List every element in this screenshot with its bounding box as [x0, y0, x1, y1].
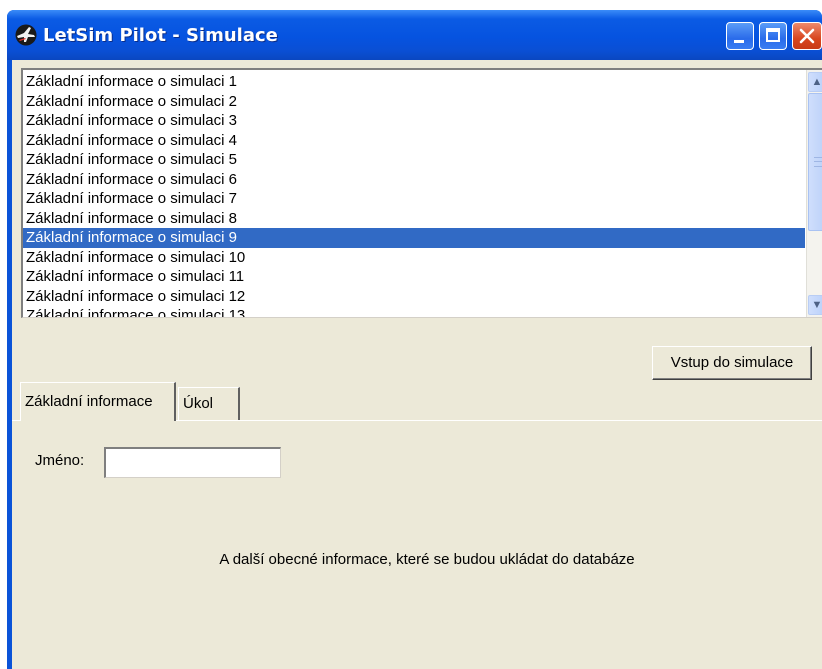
title-bar[interactable]: LetSim Pilot - Simulace — [7, 10, 822, 60]
plane-icon — [15, 24, 37, 46]
list-item[interactable]: Základní informace o simulaci 12 — [23, 287, 805, 307]
list-item[interactable]: Základní informace o simulaci 3 — [23, 111, 805, 131]
list-item[interactable]: Základní informace o simulaci 4 — [23, 131, 805, 151]
close-icon — [799, 28, 815, 44]
window-title: LetSim Pilot - Simulace — [43, 25, 278, 46]
close-button[interactable] — [792, 22, 822, 50]
tab-strip: Základní informace Úkol — [12, 382, 822, 422]
list-scrollbar[interactable]: ▲ ▼ — [806, 70, 822, 317]
app-window: LetSim Pilot - Simulace Základní informa… — [7, 10, 822, 669]
simulation-list-items: Základní informace o simulaci 1 Základní… — [23, 72, 805, 317]
chevron-up-icon: ▲ — [811, 76, 822, 88]
minimize-button[interactable] — [726, 22, 754, 50]
scroll-up-button[interactable]: ▲ — [808, 72, 822, 92]
list-item[interactable]: Základní informace o simulaci 2 — [23, 92, 805, 112]
scroll-thumb[interactable] — [808, 93, 822, 231]
grip-icon — [814, 157, 822, 167]
name-field[interactable] — [104, 447, 281, 478]
maximize-icon — [766, 28, 780, 42]
name-label: Jméno: — [35, 452, 85, 469]
minimize-icon — [734, 40, 744, 43]
tab-task[interactable]: Úkol — [178, 387, 240, 420]
list-item[interactable]: Základní informace o simulaci 10 — [23, 248, 805, 268]
list-item[interactable]: Základní informace o simulaci 13 — [23, 306, 805, 317]
maximize-button[interactable] — [759, 22, 787, 50]
list-item-selected[interactable]: Základní informace o simulaci 9 — [23, 228, 805, 248]
list-item[interactable]: Základní informace o simulaci 1 — [23, 72, 805, 92]
list-item[interactable]: Základní informace o simulaci 5 — [23, 150, 805, 170]
scroll-down-button[interactable]: ▼ — [808, 295, 822, 315]
client-area: Základní informace o simulaci 1 Základní… — [12, 60, 822, 669]
list-item[interactable]: Základní informace o simulaci 8 — [23, 209, 805, 229]
list-item[interactable]: Základní informace o simulaci 6 — [23, 170, 805, 190]
chevron-down-icon: ▼ — [811, 299, 822, 311]
simulation-list[interactable]: Základní informace o simulaci 1 Základní… — [21, 68, 822, 318]
info-text: A další obecné informace, které se budou… — [219, 551, 635, 568]
tab-basic-info[interactable]: Základní informace — [20, 382, 176, 421]
enter-simulation-button[interactable]: Vstup do simulace — [652, 346, 812, 380]
list-item[interactable]: Základní informace o simulaci 7 — [23, 189, 805, 209]
list-item[interactable]: Základní informace o simulaci 11 — [23, 267, 805, 287]
